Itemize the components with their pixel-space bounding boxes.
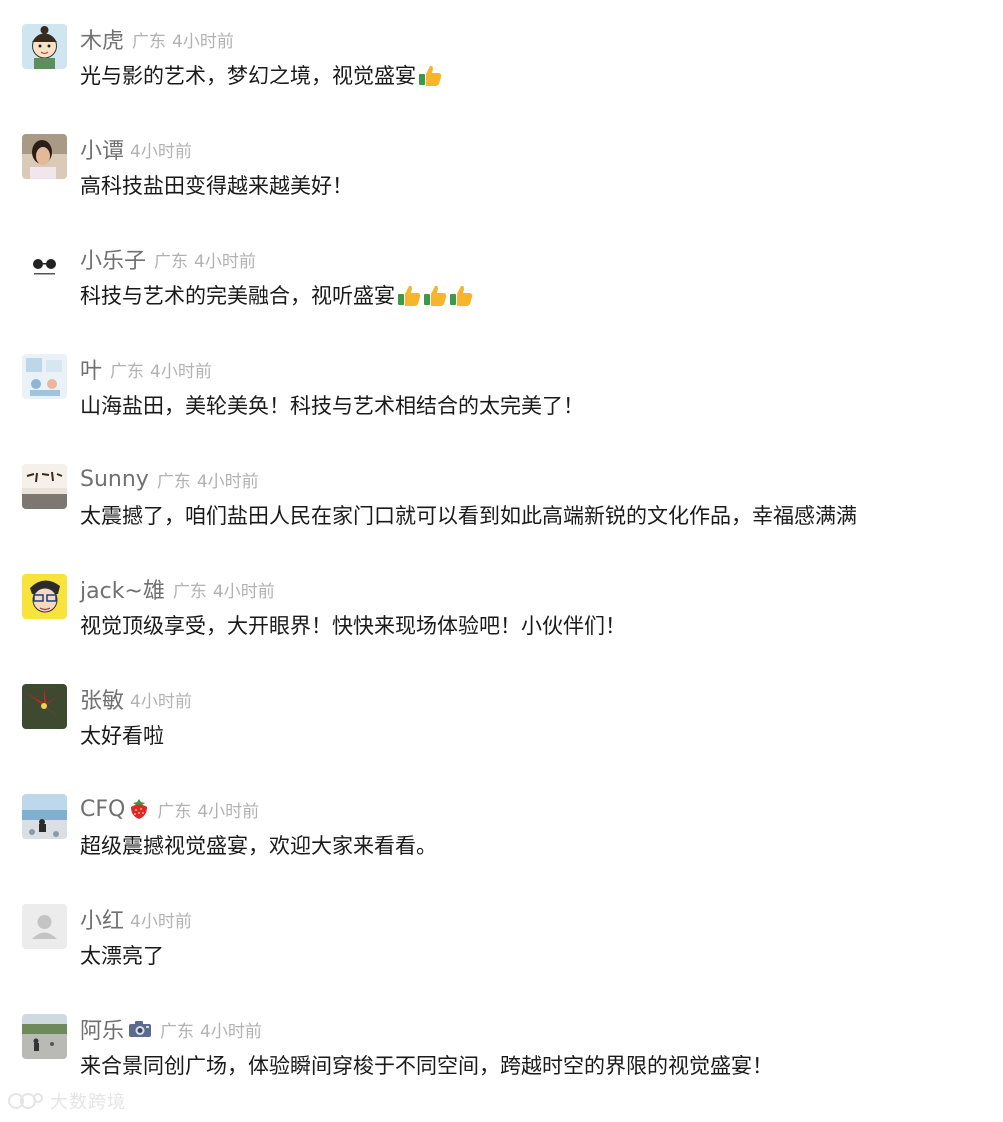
comment-meta: 木虎 广东 4小时前: [80, 24, 234, 54]
seaside-avatar-icon[interactable]: [22, 794, 67, 839]
comment-text: 光与影的艺术，梦幻之境，视觉盛宴: [80, 64, 416, 88]
timestamp: 4小时前: [150, 361, 212, 382]
comment-meta: jack~雄 广东 4小时前: [80, 574, 275, 604]
comment-text-row: 光与影的艺术，梦幻之境，视觉盛宴: [80, 60, 443, 90]
comment-item: Sunny 广东 4小时前 太震撼了，咱们盐田人民在家门口就可以看到如此高端新锐…: [0, 462, 1003, 572]
timestamp: 4小时前: [130, 691, 192, 712]
comment-text-row: 太震撼了，咱们盐田人民在家门口就可以看到如此高端新锐的文化作品，幸福感满满: [80, 500, 857, 530]
comment-item: 小乐子 广东 4小时前 科技与艺术的完美融合，视听盛宴: [0, 242, 1003, 352]
comment-meta: 阿乐 广东 4小时前: [80, 1014, 262, 1044]
timestamp: 4小时前: [194, 251, 256, 272]
watermark-logo-icon: [8, 1093, 43, 1109]
comment-text-row: 高科技盐田变得越来越美好！: [80, 170, 353, 200]
timestamp: 4小时前: [172, 31, 234, 52]
red-flower-avatar-icon[interactable]: [22, 684, 67, 729]
watermark: 大数跨境: [8, 1088, 126, 1114]
comment-text-row: 超级震撼视觉盛宴，欢迎大家来看看。: [80, 830, 437, 860]
comment-meta: CFQ 广东 4小时前: [80, 794, 259, 824]
illustration-avatar-icon[interactable]: [22, 354, 67, 399]
comment-text-row: 科技与艺术的完美融合，视听盛宴: [80, 280, 474, 310]
comment-item: 阿乐 广东 4小时前 来合景同创广场，体验瞬间穿梭于不同空间，跨越时空的界限的视…: [0, 1012, 1003, 1122]
comment-text: 视觉顶级享受，大开眼界！快快来现场体验吧！小伙伴们！: [80, 614, 626, 638]
location-label: 广东: [157, 801, 192, 822]
location-label: 广东: [154, 251, 189, 272]
comment-item: 木虎 广东 4小时前 光与影的艺术，梦幻之境，视觉盛宴: [0, 22, 1003, 132]
comment-meta: 张敏 4小时前: [80, 684, 192, 714]
location-label: 广东: [156, 471, 191, 492]
comment-meta: 叶 广东 4小时前: [80, 354, 212, 384]
thumbs-up-icon: [424, 285, 447, 306]
landscape-avatar-icon[interactable]: [22, 1014, 67, 1059]
comment-text: 来合景同创广场，体验瞬间穿梭于不同空间，跨越时空的界限的视觉盛宴！: [80, 1054, 773, 1078]
emoji-group: [396, 283, 474, 307]
timestamp: 4小时前: [130, 141, 192, 162]
location-label: 广东: [160, 1021, 195, 1042]
comment-text-row: 太好看啦: [80, 720, 164, 750]
comment-text-row: 视觉顶级享受，大开眼界！快快来现场体验吧！小伙伴们！: [80, 610, 626, 640]
comment-text: 山海盐田，美轮美奂！科技与艺术相结合的太完美了！: [80, 394, 584, 418]
user-name[interactable]: 张敏: [80, 683, 124, 715]
comment-text: 高科技盐田变得越来越美好！: [80, 174, 353, 198]
user-name[interactable]: CFQ: [80, 797, 125, 822]
user-name[interactable]: 小乐子: [80, 243, 146, 275]
timestamp: 4小时前: [130, 911, 192, 932]
user-name[interactable]: 木虎: [80, 23, 124, 55]
comment-meta: 小乐子 广东 4小时前: [80, 244, 256, 274]
user-name[interactable]: jack~雄: [80, 573, 165, 605]
comment-text: 科技与艺术的完美融合，视听盛宴: [80, 284, 395, 308]
cartoon-girl-avatar-icon[interactable]: [22, 24, 67, 69]
strawberry-icon: [129, 798, 149, 820]
girl-photo-avatar-icon[interactable]: [22, 134, 67, 179]
comment-text-row: 来合景同创广场，体验瞬间穿梭于不同空间，跨越时空的界限的视觉盛宴！: [80, 1050, 773, 1080]
calligraphy-avatar-icon[interactable]: [22, 464, 67, 509]
watermark-text: 大数跨境: [50, 1092, 126, 1113]
timestamp: 4小时前: [197, 801, 260, 822]
user-name[interactable]: 小红: [80, 903, 124, 935]
timestamp: 4小时前: [196, 471, 259, 492]
comment-text: 太好看啦: [80, 724, 164, 748]
emoji-group: [417, 63, 443, 87]
comment-item: 小谭 4小时前 高科技盐田变得越来越美好！: [0, 132, 1003, 242]
location-label: 广东: [110, 361, 145, 382]
comment-text-row: 山海盐田，美轮美奂！科技与艺术相结合的太完美了！: [80, 390, 584, 420]
comment-item: 叶 广东 4小时前 山海盐田，美轮美奂！科技与艺术相结合的太完美了！: [0, 352, 1003, 462]
timestamp: 4小时前: [200, 1021, 262, 1042]
comment-text: 超级震撼视觉盛宴，欢迎大家来看看。: [80, 834, 437, 858]
comment-item: jack~雄 广东 4小时前 视觉顶级享受，大开眼界！快快来现场体验吧！小伙伴们…: [0, 572, 1003, 682]
user-name[interactable]: 阿乐: [80, 1013, 124, 1045]
sunglasses-avatar-icon[interactable]: [22, 244, 67, 289]
comment-text: 太漂亮了: [80, 944, 164, 968]
user-name[interactable]: Sunny: [80, 467, 149, 492]
thumbs-up-icon: [450, 285, 473, 306]
comment-text: 太震撼了，咱们盐田人民在家门口就可以看到如此高端新锐的文化作品，幸福感满满: [80, 504, 857, 528]
comment-item: 小红 4小时前 太漂亮了: [0, 902, 1003, 1012]
comment-meta: Sunny 广东 4小时前: [80, 464, 259, 494]
default-user-avatar-icon[interactable]: [22, 904, 67, 949]
comment-meta: 小谭 4小时前: [80, 134, 192, 164]
location-label: 广东: [172, 581, 207, 602]
cartoon-man-avatar-icon[interactable]: [22, 574, 67, 619]
user-name[interactable]: 叶: [80, 353, 102, 385]
comment-item: 张敏 4小时前 太好看啦: [0, 682, 1003, 792]
comment-item: CFQ 广东 4小时前 超级震撼视觉盛宴，欢迎大家来看看。: [0, 792, 1003, 902]
user-name[interactable]: 小谭: [80, 133, 124, 165]
timestamp: 4小时前: [212, 581, 275, 602]
comment-text-row: 太漂亮了: [80, 940, 164, 970]
thumbs-up-icon: [419, 65, 442, 86]
location-label: 广东: [132, 31, 167, 52]
camera-icon: [128, 1019, 152, 1039]
thumbs-up-icon: [398, 285, 421, 306]
comment-meta: 小红 4小时前: [80, 904, 192, 934]
